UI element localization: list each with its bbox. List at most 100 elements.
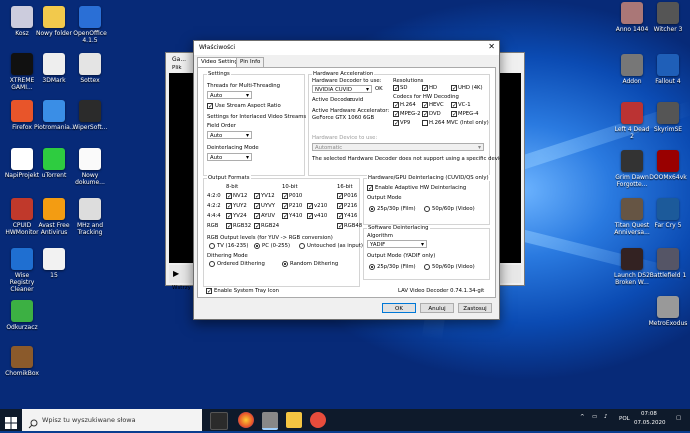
algorithm-select[interactable]: YADIF xyxy=(367,240,427,249)
tab-pin-info[interactable]: Pin Info xyxy=(236,57,265,67)
codec-dvd-checkbox[interactable]: ✓ xyxy=(422,111,428,118)
right-icon-0[interactable]: Anno 1404 xyxy=(612,2,652,33)
codec-h264-checkbox[interactable]: ✓ xyxy=(393,102,399,109)
threads-select[interactable]: Auto xyxy=(207,91,252,100)
media-player-task-icon[interactable] xyxy=(262,412,278,430)
apply-button[interactable]: Zastosuj xyxy=(458,303,492,313)
fmt-yv24-checkbox[interactable]: ✓ xyxy=(226,213,232,220)
left-icon-2[interactable]: OpenOffice 4.1.5 xyxy=(70,6,110,44)
right-icon-6[interactable]: Grim Dawn Forgotte... xyxy=(612,150,652,188)
right-icon-9[interactable]: Far Cry 5 xyxy=(648,198,688,229)
field-order-select[interactable]: Auto xyxy=(207,131,252,140)
right-icon-3[interactable]: Fallout 4 xyxy=(648,54,688,85)
dither-random-radio[interactable] xyxy=(282,261,288,267)
network-icon[interactable]: ▭ xyxy=(592,414,597,420)
windows-start-icon[interactable] xyxy=(5,414,17,429)
clock-time[interactable]: 07:08 xyxy=(641,411,657,417)
fmt-v410-checkbox[interactable]: ✓ xyxy=(307,213,313,220)
cancel-button[interactable]: Anuluj xyxy=(420,303,454,313)
col-10bit: 10-bit xyxy=(282,184,298,190)
play-icon[interactable]: ▶ xyxy=(173,269,179,278)
left-icon-18[interactable]: ChomikBox xyxy=(2,346,42,377)
left-icon-10[interactable]: uTorrent xyxy=(34,148,74,179)
fmt-nv12-checkbox[interactable]: ✓ xyxy=(226,193,232,200)
res-uhd-checkbox[interactable]: ✓ xyxy=(451,85,457,92)
language-indicator[interactable]: POL xyxy=(619,416,630,422)
right-icon-5[interactable]: SkyrimSE xyxy=(648,102,688,133)
tray-chevron-icon[interactable]: ^ xyxy=(580,414,585,420)
notifications-icon[interactable]: ▢ xyxy=(676,415,681,421)
hw-mode-film-radio[interactable] xyxy=(369,206,375,212)
task-view-icon[interactable] xyxy=(210,412,228,430)
left-icon-4[interactable]: 3DMark xyxy=(34,53,74,84)
file-explorer-icon[interactable] xyxy=(286,412,302,428)
fmt-p216-checkbox[interactable]: ✓ xyxy=(337,203,343,210)
fmt-y410-checkbox[interactable]: ✓ xyxy=(282,213,288,220)
right-icon-2[interactable]: Addon xyxy=(612,54,652,85)
fmt-v210-checkbox[interactable]: ✓ xyxy=(307,203,313,210)
fmt-yv12-label: YV12 xyxy=(261,193,275,199)
left-icon-7[interactable]: Piotromania... xyxy=(34,100,76,131)
fmt-rgb48-checkbox[interactable]: ✓ xyxy=(337,223,343,230)
right-icon-11[interactable]: Battlefield 1 xyxy=(648,248,688,279)
fmt-rgb24-checkbox[interactable]: ✓ xyxy=(254,223,260,230)
hw-mode-video-radio[interactable] xyxy=(424,206,430,212)
codec-vp9-checkbox[interactable]: ✓ xyxy=(393,120,399,127)
dialog-titlebar[interactable]: Właściwości ✕ xyxy=(194,41,499,55)
codec-hevc-checkbox[interactable]: ✓ xyxy=(422,102,428,109)
fmt-yuy2-label: YUY2 xyxy=(233,203,247,209)
res-sd-checkbox[interactable]: ✓ xyxy=(393,85,399,92)
left-icon-13[interactable]: Avast Free Antivirus xyxy=(34,198,74,236)
left-icon-11[interactable]: Nowy dokume... xyxy=(70,148,110,186)
dither-random-label: Random Dithering xyxy=(290,261,339,267)
fmt-yv12-checkbox[interactable]: ✓ xyxy=(254,193,260,200)
left-icon-8[interactable]: WiperSoft... xyxy=(70,100,110,131)
codec-vc1-checkbox[interactable]: ✓ xyxy=(451,102,457,109)
left-icon-5[interactable]: Sottex xyxy=(70,53,110,84)
right-icon-1[interactable]: Witcher 3 xyxy=(648,2,688,33)
fmt-uyvy-checkbox[interactable]: ✓ xyxy=(254,203,260,210)
left-icon-1[interactable]: Nowy folder xyxy=(34,6,74,37)
fmt-y416-checkbox[interactable]: ✓ xyxy=(337,213,343,220)
hw-device-select[interactable]: Automatic xyxy=(312,143,484,152)
codec-mvc-checkbox[interactable] xyxy=(422,120,428,126)
sw-mode-video-radio[interactable] xyxy=(424,264,430,270)
left-icon-16[interactable]: 15 xyxy=(34,248,74,279)
res-hd-checkbox[interactable]: ✓ xyxy=(422,85,428,92)
fmt-p010-checkbox[interactable]: ✓ xyxy=(282,193,288,200)
search-box[interactable]: Wpisz tu wyszukiwane słowa xyxy=(22,409,202,431)
firefox-icon[interactable] xyxy=(238,412,254,428)
fmt-p016-checkbox[interactable]: ✓ xyxy=(337,193,343,200)
fmt-yuy2-checkbox[interactable]: ✓ xyxy=(226,203,232,210)
right-icon-8[interactable]: Titan Quest Anniversa... xyxy=(612,198,652,236)
tray-icon-checkbox[interactable]: ✓ xyxy=(206,288,212,295)
sw-mode-film-radio[interactable] xyxy=(369,264,375,270)
codec-mpeg2-checkbox[interactable]: ✓ xyxy=(393,111,399,118)
codec-mpeg4-checkbox[interactable]: ✓ xyxy=(451,111,457,118)
app-task-icon[interactable] xyxy=(310,412,326,428)
rgb-untouched-radio[interactable] xyxy=(299,243,305,249)
rgb-pc-radio[interactable] xyxy=(254,243,260,249)
rgb-tv-radio[interactable] xyxy=(209,243,215,249)
hw-decoder-select[interactable]: NVIDIA CUVID xyxy=(312,85,372,94)
right-icon-4[interactable]: Left 4 Dead 2 xyxy=(612,102,652,140)
rgb-pc-label: PC (0-255) xyxy=(262,243,291,249)
volume-icon[interactable]: ♪ xyxy=(604,414,608,420)
adaptive-deint-checkbox[interactable]: ✓ xyxy=(367,185,373,192)
aspect-ratio-checkbox[interactable]: ✓ xyxy=(207,103,213,110)
field-order-value: Auto xyxy=(210,133,223,139)
dither-ordered-radio[interactable] xyxy=(209,261,215,267)
close-icon[interactable]: ✕ xyxy=(488,43,495,51)
right-icon-10[interactable]: Launch DS2 Broken W... xyxy=(612,248,652,286)
fmt-rgb32-checkbox[interactable]: ✓ xyxy=(226,223,232,230)
deint-mode-select[interactable]: Auto xyxy=(207,153,252,162)
fmt-p210-checkbox[interactable]: ✓ xyxy=(282,203,288,210)
player-menu-file[interactable]: Plik xyxy=(172,65,182,71)
clock-date[interactable]: 07.05.2020 xyxy=(634,420,666,426)
fmt-ayuv-checkbox[interactable]: ✓ xyxy=(254,213,260,220)
left-icon-17[interactable]: Odkurzacz xyxy=(2,300,42,331)
left-icon-14[interactable]: MHz and Tracking xyxy=(70,198,110,236)
right-icon-7[interactable]: DOOMx64vk xyxy=(648,150,688,181)
ok-button[interactable]: OK xyxy=(382,303,416,313)
right-icon-12[interactable]: MetroExodus xyxy=(648,296,688,327)
